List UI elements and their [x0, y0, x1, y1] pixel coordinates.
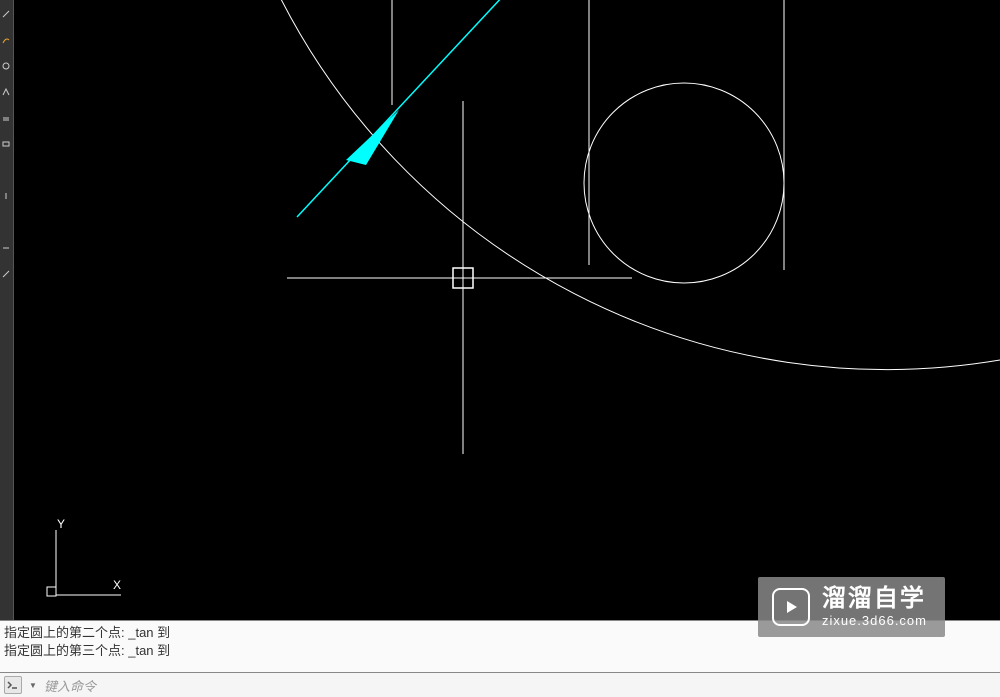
drawing-arc — [274, 0, 1000, 370]
toolbar-left — [0, 0, 14, 620]
canvas-svg: Y X — [14, 0, 1000, 620]
ucs-y-label: Y — [57, 517, 65, 531]
ucs-x-label: X — [113, 578, 121, 592]
command-dropdown-icon[interactable]: ▼ — [28, 680, 38, 690]
tool-icon[interactable] — [0, 236, 12, 260]
drawing-canvas[interactable]: Y X — [14, 0, 1000, 620]
tool-icon[interactable] — [0, 28, 12, 52]
command-prompt-icon[interactable] — [4, 676, 22, 694]
play-icon — [772, 588, 810, 626]
tool-icon[interactable] — [0, 262, 12, 286]
tool-icon[interactable] — [0, 158, 12, 182]
tool-icon[interactable] — [0, 106, 12, 130]
command-history-line: 指定圆上的第三个点: _tan 到 — [4, 642, 996, 660]
watermark: 溜溜自学 zixue.3d66.com — [758, 577, 945, 637]
tool-icon[interactable] — [0, 80, 12, 104]
tool-icon[interactable] — [0, 210, 12, 234]
drawing-circle — [584, 83, 784, 283]
command-input-placeholder[interactable]: 键入命令 — [44, 676, 96, 695]
tool-icon[interactable] — [0, 54, 12, 78]
watermark-url: zixue.3d66.com — [822, 613, 927, 629]
tool-icon[interactable] — [0, 184, 12, 208]
arrow-icon — [346, 110, 399, 165]
ucs-indicator: Y X — [47, 517, 121, 596]
tool-icon[interactable] — [0, 2, 12, 26]
command-input-bar[interactable]: ▼ 键入命令 — [0, 672, 1000, 697]
watermark-title: 溜溜自学 — [822, 585, 927, 614]
drawing-cyan-line — [297, 0, 504, 217]
tool-icon[interactable] — [0, 132, 12, 156]
